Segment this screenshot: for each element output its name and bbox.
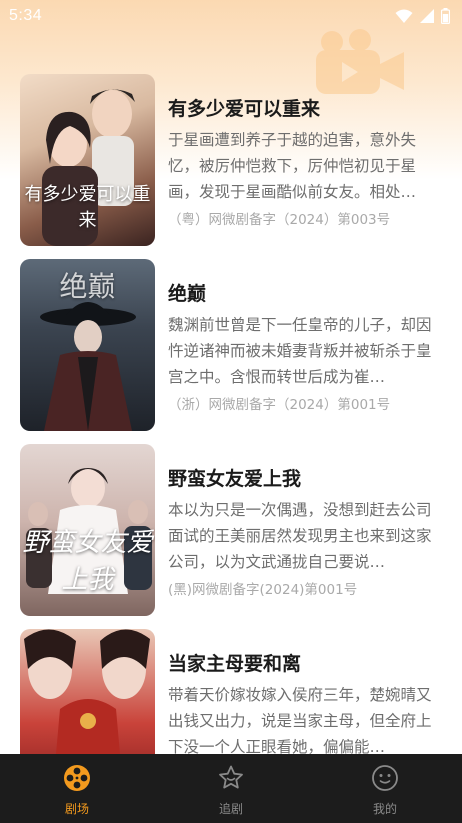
poster-title: 有多少爱可以重来 <box>24 184 151 231</box>
tab-label: 追剧 <box>218 802 243 816</box>
poster-title: 绝巅 <box>59 270 116 303</box>
poster-title: 野蛮女友爱上我 <box>22 528 153 595</box>
status-time: 5:34 <box>9 7 43 24</box>
star-icon <box>219 765 243 789</box>
drama-poster[interactable]: 有多少爱可以重来 <box>20 74 155 246</box>
drama-item[interactable]: 绝巅 绝巅 魏渊前世曾是下一任皇帝的儿子，却因忤逆诸神而被未婚妻背叛并被斩杀于皇… <box>0 259 462 431</box>
drama-license: （浙）网微剧备字（2024）第001号 <box>168 397 391 413</box>
tab-following[interactable]: 追剧 <box>154 754 308 823</box>
drama-poster[interactable]: 野蛮女友爱上我 <box>20 444 155 616</box>
tab-label: 剧场 <box>64 802 89 816</box>
drama-title[interactable]: 野蛮女友爱上我 <box>168 464 301 491</box>
battery-icon <box>441 8 450 24</box>
status-icons <box>395 8 450 24</box>
drama-poster[interactable]: 绝巅 <box>20 259 155 431</box>
drama-item[interactable]: 有多少爱可以重来 有多少爱可以重来 于星画遭到养子于越的迫害，意外失忆，被厉仲恺… <box>0 74 462 246</box>
drama-title[interactable]: 绝巅 <box>168 279 206 306</box>
face-icon <box>372 765 398 791</box>
drama-description: 本以为只是一次偶遇，没想到赶去公司面试的王美丽居然发现男主也来到这家公司，以为文… <box>168 501 432 571</box>
wifi-icon <box>395 9 413 23</box>
drama-title[interactable]: 当家主母要和离 <box>168 649 301 676</box>
drama-description: 魏渊前世曾是下一任皇帝的儿子，却因忤逆诸神而被未婚妻背叛并被斩杀于皇宫之中。含恨… <box>168 316 432 386</box>
drama-item[interactable]: 野蛮女友爱上我 野蛮女友爱上我 本以为只是一次偶遇，没想到赶去公司面试的王美丽居… <box>0 444 462 616</box>
drama-license: （粤）网微剧备字（2024）第003号 <box>168 212 391 228</box>
drama-description: 带着天价嫁妆嫁入侯府三年，楚婉晴又出钱又出力，说是当家主母，但全府上下没一个人正… <box>168 686 432 756</box>
film-reel-icon <box>64 765 90 791</box>
tab-profile[interactable]: 我的 <box>308 754 462 823</box>
drama-description: 于星画遭到养子于越的迫害，意外失忆，被厉仲恺救下，厉仲恺初见于星画，发现于星画酷… <box>168 131 417 201</box>
drama-title[interactable]: 有多少爱可以重来 <box>168 94 320 121</box>
status-bar: 5:34 <box>0 0 462 32</box>
bottom-tab-bar: 剧场 追剧 我的 <box>0 754 462 823</box>
tab-label: 我的 <box>372 802 397 816</box>
signal-icon <box>420 9 434 23</box>
drama-license: (黑)网微剧备字(2024)第001号 <box>168 582 358 598</box>
tab-theater[interactable]: 剧场 <box>0 754 154 823</box>
